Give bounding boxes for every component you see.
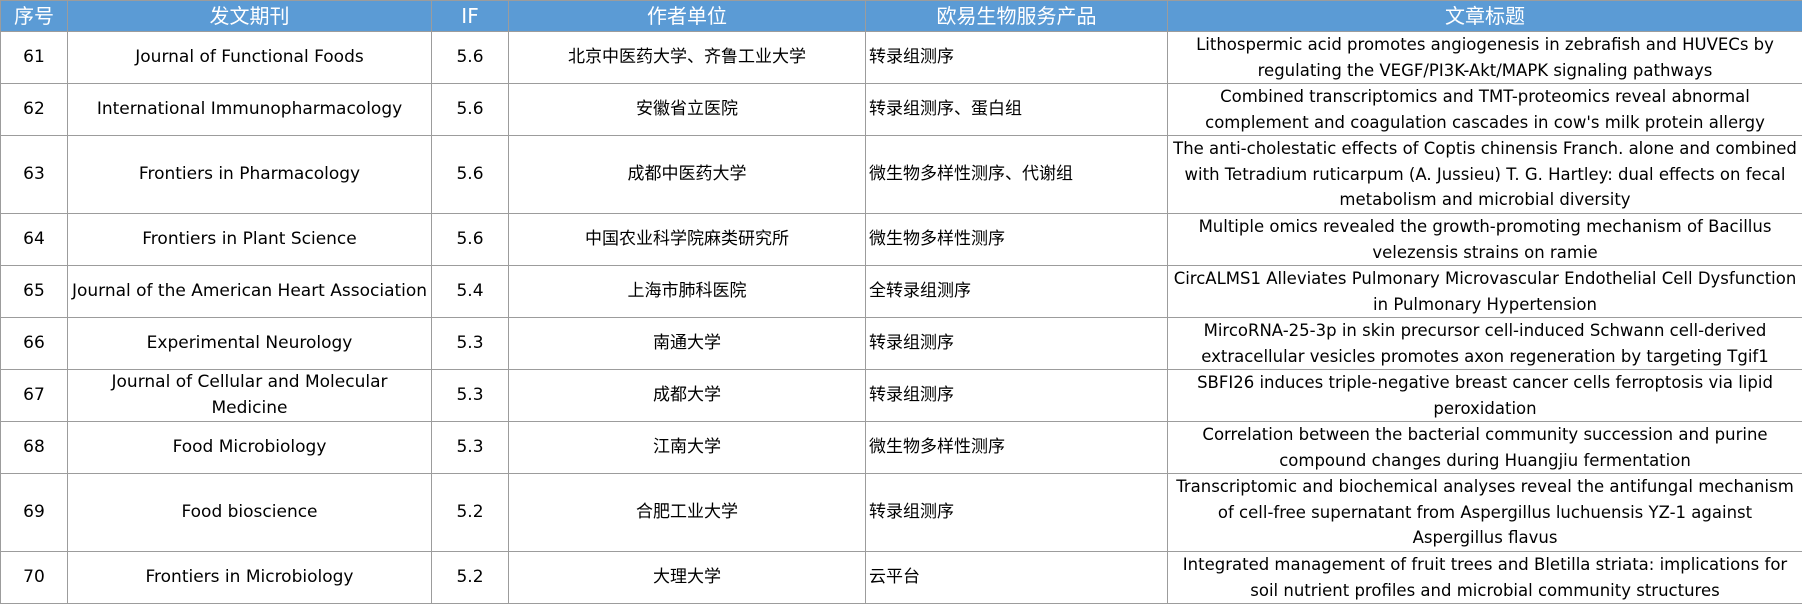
table-row: 68 Food Microbiology 5.3 江南大学 微生物多样性测序 C… xyxy=(0,421,1802,474)
table-header-row: 序号 发文期刊 IF 作者单位 欧易生物服务产品 文章标题 xyxy=(0,0,1802,32)
cell-affiliation: 合肥工业大学 xyxy=(508,473,866,552)
table-row: 64 Frontiers in Plant Science 5.6 中国农业科学… xyxy=(0,213,1802,266)
cell-article-title: Integrated management of fruit trees and… xyxy=(1167,551,1802,604)
cell-article-title: Correlation between the bacterial commun… xyxy=(1167,421,1802,474)
cell-journal: International Immunopharmacology xyxy=(67,83,432,136)
cell-article-title: Combined transcriptomics and TMT-proteom… xyxy=(1167,83,1802,136)
cell-article-title: MircoRNA-25-3p in skin precursor cell-in… xyxy=(1167,317,1802,370)
publication-table: 序号 发文期刊 IF 作者单位 欧易生物服务产品 文章标题 61 Journal… xyxy=(0,0,1802,604)
cell-journal: Journal of Cellular and Molecular Medici… xyxy=(67,369,432,422)
cell-affiliation: 中国农业科学院麻类研究所 xyxy=(508,213,866,266)
cell-journal: Food Microbiology xyxy=(67,421,432,474)
cell-article-title: Multiple omics revealed the growth-promo… xyxy=(1167,213,1802,266)
cell-article-title: The anti-cholestatic effects of Coptis c… xyxy=(1167,135,1802,214)
cell-serial-number: 65 xyxy=(0,265,68,318)
cell-serial-number: 67 xyxy=(0,369,68,422)
cell-affiliation: 南通大学 xyxy=(508,317,866,370)
cell-article-title: SBFI26 induces triple-negative breast ca… xyxy=(1167,369,1802,422)
cell-article-title: CircALMS1 Alleviates Pulmonary Microvasc… xyxy=(1167,265,1802,318)
cell-serial-number: 62 xyxy=(0,83,68,136)
cell-impact-factor: 5.6 xyxy=(431,31,509,84)
header-service-product: 欧易生物服务产品 xyxy=(865,0,1168,32)
cell-journal: Experimental Neurology xyxy=(67,317,432,370)
cell-journal: Journal of the American Heart Associatio… xyxy=(67,265,432,318)
cell-affiliation: 北京中医药大学、齐鲁工业大学 xyxy=(508,31,866,84)
cell-serial-number: 70 xyxy=(0,551,68,604)
cell-affiliation: 江南大学 xyxy=(508,421,866,474)
cell-serial-number: 63 xyxy=(0,135,68,214)
cell-impact-factor: 5.2 xyxy=(431,473,509,552)
cell-journal: Frontiers in Pharmacology xyxy=(67,135,432,214)
cell-impact-factor: 5.3 xyxy=(431,369,509,422)
cell-serial-number: 61 xyxy=(0,31,68,84)
header-serial-number: 序号 xyxy=(0,0,68,32)
cell-impact-factor: 5.3 xyxy=(431,317,509,370)
header-impact-factor: IF xyxy=(431,0,509,32)
cell-impact-factor: 5.2 xyxy=(431,551,509,604)
cell-serial-number: 68 xyxy=(0,421,68,474)
cell-article-title: Transcriptomic and biochemical analyses … xyxy=(1167,473,1802,552)
cell-serial-number: 69 xyxy=(0,473,68,552)
table-row: 70 Frontiers in Microbiology 5.2 大理大学 云平… xyxy=(0,551,1802,604)
table-row: 65 Journal of the American Heart Associa… xyxy=(0,265,1802,318)
cell-service-product: 转录组测序 xyxy=(865,369,1168,422)
cell-affiliation: 大理大学 xyxy=(508,551,866,604)
table-row: 66 Experimental Neurology 5.3 南通大学 转录组测序… xyxy=(0,317,1802,370)
table-row: 62 International Immunopharmacology 5.6 … xyxy=(0,83,1802,136)
cell-journal: Frontiers in Plant Science xyxy=(67,213,432,266)
cell-service-product: 转录组测序 xyxy=(865,473,1168,552)
header-affiliation: 作者单位 xyxy=(508,0,866,32)
cell-service-product: 转录组测序、蛋白组 xyxy=(865,83,1168,136)
cell-service-product: 全转录组测序 xyxy=(865,265,1168,318)
cell-impact-factor: 5.3 xyxy=(431,421,509,474)
table-row: 61 Journal of Functional Foods 5.6 北京中医药… xyxy=(0,31,1802,84)
cell-journal: Journal of Functional Foods xyxy=(67,31,432,84)
table-row: 69 Food bioscience 5.2 合肥工业大学 转录组测序 Tran… xyxy=(0,473,1802,552)
cell-serial-number: 64 xyxy=(0,213,68,266)
cell-service-product: 转录组测序 xyxy=(865,31,1168,84)
cell-service-product: 微生物多样性测序、代谢组 xyxy=(865,135,1168,214)
cell-affiliation: 上海市肺科医院 xyxy=(508,265,866,318)
table-row: 63 Frontiers in Pharmacology 5.6 成都中医药大学… xyxy=(0,135,1802,214)
header-journal: 发文期刊 xyxy=(67,0,432,32)
cell-affiliation: 成都中医药大学 xyxy=(508,135,866,214)
cell-impact-factor: 5.6 xyxy=(431,83,509,136)
cell-impact-factor: 5.6 xyxy=(431,213,509,266)
cell-article-title: Lithospermic acid promotes angiogenesis … xyxy=(1167,31,1802,84)
cell-affiliation: 成都大学 xyxy=(508,369,866,422)
table-row: 67 Journal of Cellular and Molecular Med… xyxy=(0,369,1802,422)
cell-journal: Food bioscience xyxy=(67,473,432,552)
cell-impact-factor: 5.6 xyxy=(431,135,509,214)
header-article-title: 文章标题 xyxy=(1167,0,1802,32)
cell-service-product: 转录组测序 xyxy=(865,317,1168,370)
cell-service-product: 微生物多样性测序 xyxy=(865,213,1168,266)
cell-impact-factor: 5.4 xyxy=(431,265,509,318)
cell-serial-number: 66 xyxy=(0,317,68,370)
cell-service-product: 云平台 xyxy=(865,551,1168,604)
cell-affiliation: 安徽省立医院 xyxy=(508,83,866,136)
cell-service-product: 微生物多样性测序 xyxy=(865,421,1168,474)
cell-journal: Frontiers in Microbiology xyxy=(67,551,432,604)
